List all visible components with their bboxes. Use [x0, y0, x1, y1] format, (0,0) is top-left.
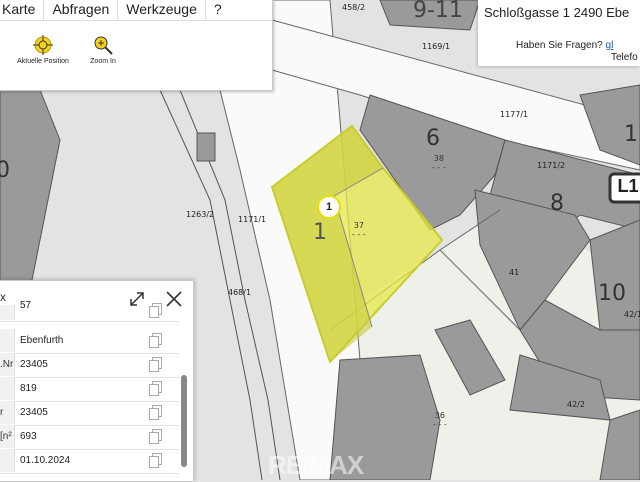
panel-row: Ebenfurth: [0, 329, 180, 354]
panel-row: Nr. 23405: [0, 353, 180, 378]
menu-karte[interactable]: Karte: [0, 0, 45, 20]
panel-row-key: Nr.: [0, 353, 15, 376]
panel-row-key: [0, 329, 15, 352]
parcel-number: 1: [313, 220, 327, 245]
scrollbar-thumb[interactable]: [181, 375, 187, 467]
help-question: Haben Sie Fragen? gl: [516, 40, 613, 51]
phone-text: Telefo: [611, 52, 638, 63]
panel-scrollbar[interactable]: [180, 317, 188, 473]
house-number: 6: [426, 126, 440, 151]
panel-row: 819: [0, 377, 180, 402]
address-box: Schloßgasse 1 2490 Ebe Haben Sie Fragen?…: [478, 0, 640, 66]
panel-row: 01.10.2024: [0, 449, 180, 474]
parcel-label: 458/2: [342, 3, 366, 12]
menu-werkzeuge[interactable]: Werkzeuge: [118, 0, 206, 20]
house-number: 10: [598, 281, 626, 306]
help-link[interactable]: gl: [606, 40, 614, 51]
house-number: 8: [550, 191, 564, 216]
house-number: 1: [624, 122, 638, 147]
panel-row-value: 23405: [20, 407, 48, 418]
help-question-text: Haben Sie Fragen?: [516, 40, 603, 51]
address-number: 37- - -: [352, 221, 366, 239]
panel-row-value: 23405: [20, 359, 48, 370]
parcel-label: 41: [509, 268, 520, 277]
copy-icon[interactable]: [149, 381, 163, 397]
copy-icon[interactable]: [149, 405, 163, 421]
menu-help[interactable]: ?: [206, 0, 230, 20]
panel-row-key: r: [0, 401, 15, 424]
parcel-label: 468/1: [228, 288, 252, 297]
zoom-in-icon: [94, 36, 113, 55]
parcel-label: 1171/1: [238, 215, 267, 224]
parcel-label: 1171/2: [537, 161, 566, 170]
panel-row-value: 01.10.2024: [20, 455, 71, 466]
watermark-logo: RE/MAX: [268, 450, 364, 480]
panel-row-value: 819: [20, 383, 37, 394]
parcel-label: 42/1: [624, 310, 640, 319]
copy-icon[interactable]: [149, 357, 163, 373]
zoom-in-label: Zoom In: [90, 58, 116, 65]
copy-icon[interactable]: [149, 303, 163, 319]
panel-row: n²] 693: [0, 425, 180, 450]
panel-row-key: n²]: [0, 425, 15, 448]
building: [196, 132, 216, 162]
address-text: Schloßgasse 1 2490 Ebe: [484, 5, 630, 20]
menu-abfragen[interactable]: Abfragen: [44, 0, 119, 20]
panel-row: r 23405: [0, 401, 180, 426]
address-number: 36- - -: [433, 411, 447, 429]
parcel-label: 42/2: [567, 400, 585, 409]
menu-bar: Karte Abfragen Werkzeuge ?: [0, 0, 272, 21]
panel-row-key: [0, 305, 15, 320]
panel-row-key: [0, 449, 15, 472]
panel-row-value: Ebenfurth: [20, 335, 64, 346]
copy-icon[interactable]: [149, 429, 163, 445]
copy-icon[interactable]: [149, 333, 163, 349]
house-number: 0: [0, 158, 10, 183]
location-marker[interactable]: 1: [317, 195, 341, 219]
badge-text: L1: [617, 176, 639, 196]
copy-icon[interactable]: [149, 453, 163, 469]
zoom-in-button[interactable]: Zoom In: [68, 34, 138, 65]
parcel-label: 1169/1: [422, 42, 451, 51]
panel-row-value: 693: [20, 431, 37, 442]
panel-row-key: [0, 377, 15, 400]
info-panel: x 57 Ebenfurth Nr. 23405 819 r 23405 n²]…: [0, 280, 194, 482]
address-number: 38- - -: [432, 154, 446, 172]
parcel-label: 1263/2: [186, 210, 215, 219]
crosshair-icon: [33, 35, 53, 55]
panel-row: 57: [0, 300, 180, 322]
house-number: 9-11: [413, 0, 463, 23]
parcel-label: 1177/1: [500, 110, 529, 119]
panel-row-value: 57: [20, 300, 32, 311]
current-position-label: Aktuelle Position: [17, 58, 69, 65]
toolbar: Karte Abfragen Werkzeuge ? Aktuelle Posi…: [0, 0, 273, 91]
panel-header-label: x: [0, 290, 6, 304]
